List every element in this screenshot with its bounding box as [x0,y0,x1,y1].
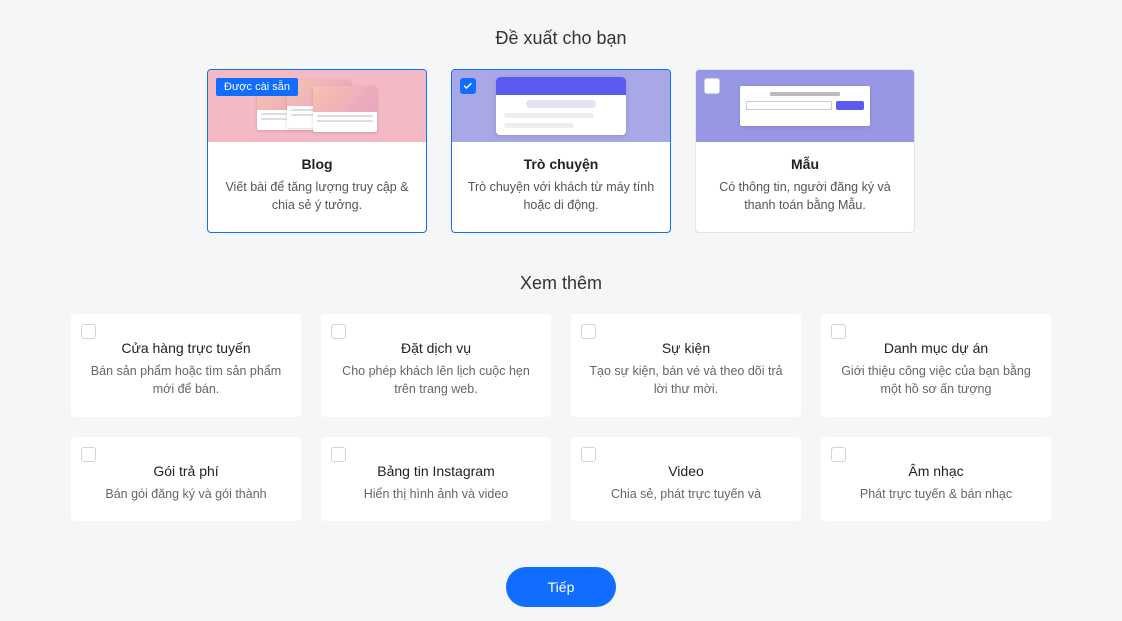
card-checkbox[interactable] [331,447,346,462]
card-description: Giới thiệu công việc của bạn bằng một hồ… [835,362,1037,398]
more-card-events[interactable]: Sự kiện Tạo sự kiện, bán vé và theo dõi … [571,314,801,416]
card-checkbox[interactable] [81,324,96,339]
card-thumbnail [696,70,914,142]
card-body: Blog Viết bài để tăng lượng truy cập & c… [208,142,426,232]
card-description: Phát trực tuyến & bán nhạc [835,485,1037,503]
card-body: Mẫu Có thông tin, người đăng ký và thanh… [696,142,914,232]
thumbnail-graphic [740,86,870,126]
more-card-online-store[interactable]: Cửa hàng trực tuyến Bán sản phẩm hoặc tì… [71,314,301,416]
card-description: Bán sản phẩm hoặc tìm sản phẩm mới để bá… [85,362,287,398]
card-description: Cho phép khách lên lịch cuộc hẹn trên tr… [335,362,537,398]
card-title: Đặt dịch vụ [335,340,537,356]
card-description: Bán gói đăng ký và gói thành [85,485,287,503]
card-description: Chia sẻ, phát trực tuyến và [585,485,787,503]
card-checkbox[interactable] [331,324,346,339]
recommended-card-chat[interactable]: Trò chuyện Trò chuyện với khách từ máy t… [451,69,671,233]
card-title: Bảng tin Instagram [335,463,537,479]
card-description: Hiển thị hình ảnh và video [335,485,537,503]
card-title: Danh mục dự án [835,340,1037,356]
card-checkbox[interactable] [704,78,720,94]
more-card-bookings[interactable]: Đặt dịch vụ Cho phép khách lên lịch cuộc… [321,314,551,416]
recommended-card-blog[interactable]: Được cài sẵn Blog Viết bài để tăng lượng… [207,69,427,233]
recommended-card-forms[interactable]: Mẫu Có thông tin, người đăng ký và thanh… [695,69,915,233]
content-area: Đề xuất cho bạn Được cài sẵn Blog Viết b… [0,0,1122,621]
more-card-video[interactable]: Video Chia sẻ, phát trực tuyến và [571,437,801,521]
card-description: Tạo sự kiện, bán vé và theo dõi trả lời … [585,362,787,398]
more-card-instagram-feed[interactable]: Bảng tin Instagram Hiển thị hình ảnh và … [321,437,551,521]
check-icon [461,79,475,93]
card-title: Âm nhạc [835,463,1037,479]
card-checkbox[interactable] [581,324,596,339]
thumbnail-graphic [496,77,626,135]
card-title: Cửa hàng trực tuyến [85,340,287,356]
more-card-music[interactable]: Âm nhạc Phát trực tuyến & bán nhạc [821,437,1051,521]
card-checkbox[interactable] [81,447,96,462]
more-card-portfolio[interactable]: Danh mục dự án Giới thiệu công việc của … [821,314,1051,416]
card-title: Blog [220,156,414,172]
card-title: Video [585,463,787,479]
card-checkbox[interactable] [581,447,596,462]
more-heading: Xem thêm [0,273,1122,294]
next-button[interactable]: Tiếp [506,567,617,607]
card-title: Sự kiện [585,340,787,356]
card-body: Trò chuyện Trò chuyện với khách từ máy t… [452,142,670,232]
card-checkbox[interactable] [460,78,476,94]
card-description: Viết bài để tăng lượng truy cập & chia s… [220,178,414,214]
card-checkbox[interactable] [831,447,846,462]
card-description: Có thông tin, người đăng ký và thanh toá… [708,178,902,214]
card-description: Trò chuyện với khách từ máy tính hoặc di… [464,178,658,214]
card-title: Gói trả phí [85,463,287,479]
recommended-row: Được cài sẵn Blog Viết bài để tăng lượng… [0,69,1122,233]
card-checkbox[interactable] [831,324,846,339]
more-grid: Cửa hàng trực tuyến Bán sản phẩm hoặc tì… [0,314,1122,520]
card-title: Trò chuyện [464,156,658,172]
card-thumbnail [452,70,670,142]
more-card-pricing-plans[interactable]: Gói trả phí Bán gói đăng ký và gói thành [71,437,301,521]
card-thumbnail: Được cài sẵn [208,70,426,142]
card-title: Mẫu [708,156,902,172]
installed-badge: Được cài sẵn [216,78,298,96]
recommended-heading: Đề xuất cho bạn [0,28,1122,49]
